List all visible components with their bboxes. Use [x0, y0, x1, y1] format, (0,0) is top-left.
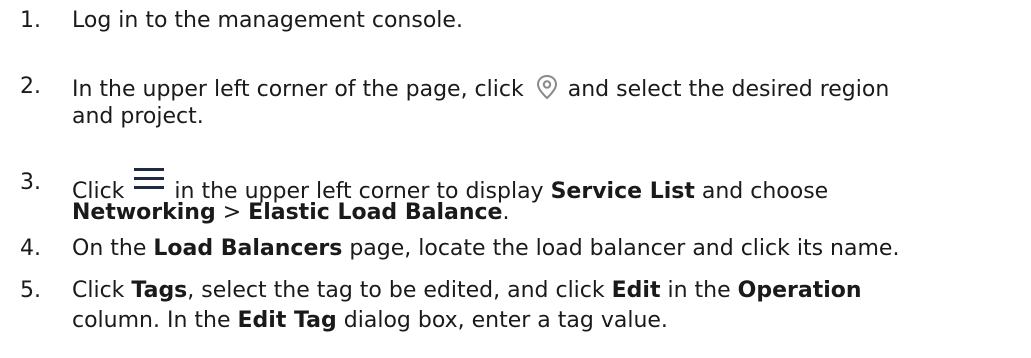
- step-number: 3.: [20, 170, 41, 195]
- edit-tag-term: Edit Tag: [237, 308, 337, 333]
- edit-term: Edit: [611, 278, 661, 303]
- step-text: Log in to the management console.: [72, 6, 1027, 36]
- step-3-period: .: [502, 200, 510, 225]
- step-5-text-b: , select the tag to be edited, and click: [187, 278, 605, 303]
- step-number: 2.: [20, 74, 41, 99]
- step-4-text-b: page, locate the load balancer and click…: [349, 236, 900, 261]
- load-balancers-term: Load Balancers: [153, 236, 343, 261]
- step-text: On the Load Balancers page, locate the l…: [72, 234, 1027, 264]
- networking-term: Networking: [72, 200, 216, 225]
- procedure-steps: 1. Log in to the management console. 2. …: [0, 0, 1031, 358]
- step-text: Click Tags, select the tag to be edited,…: [72, 276, 1027, 336]
- breadcrumb-separator: >: [222, 200, 242, 225]
- elastic-load-balance-term: Elastic Load Balance: [248, 200, 503, 225]
- step-2-text-b: and select the desired region: [567, 77, 890, 102]
- step-text: Click in the upper left corner to display…: [72, 168, 1027, 228]
- step-5-text-c: in the: [667, 278, 731, 303]
- step-1-text: Log in to the management console.: [72, 8, 463, 33]
- tags-term: Tags: [131, 278, 188, 303]
- hamburger-menu-icon: [134, 168, 165, 190]
- step-number: 1.: [20, 8, 41, 33]
- step-5-text-d: column. In the: [72, 308, 231, 333]
- operation-term: Operation: [737, 278, 862, 303]
- step-number: 4.: [20, 236, 41, 261]
- step-number: 5.: [20, 278, 41, 303]
- location-pin-icon: [532, 72, 562, 102]
- step-5-text-e: dialog box, enter a tag value.: [343, 308, 668, 333]
- step-2-text-a: In the upper left corner of the page, cl…: [72, 77, 524, 102]
- service-list-term: Service List: [550, 179, 695, 204]
- step-3-text-c: and choose: [701, 179, 829, 204]
- step-text: In the upper left corner of the page, cl…: [72, 72, 1027, 132]
- step-4-text-a: On the: [72, 236, 147, 261]
- step-2-text-c: and project.: [72, 104, 204, 129]
- step-5-text-a: Click: [72, 278, 125, 303]
